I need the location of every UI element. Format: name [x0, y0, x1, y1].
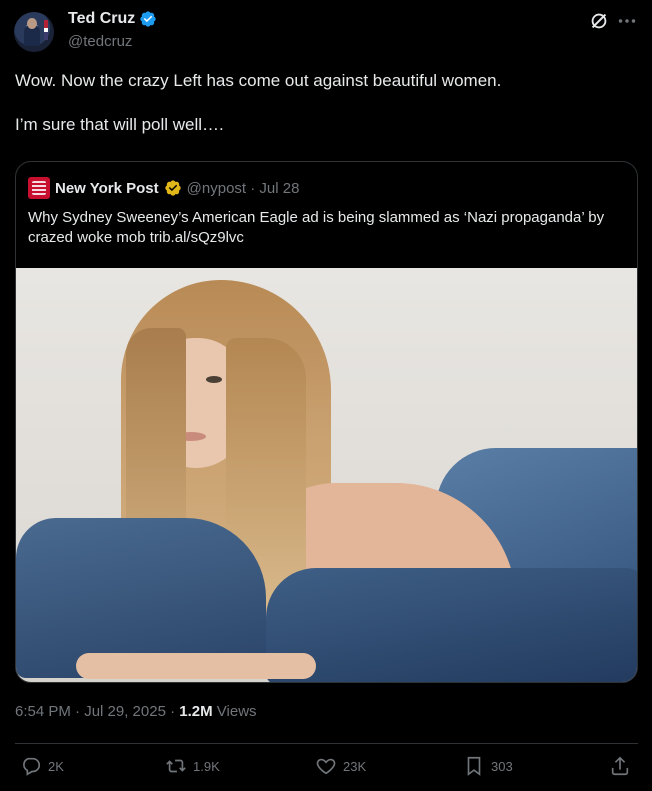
photo-arm: [76, 653, 316, 679]
author-avatar[interactable]: [14, 12, 54, 52]
like-count: 23K: [343, 758, 367, 774]
reply-icon: [23, 757, 41, 776]
gold-verified-badge-icon: [164, 180, 181, 196]
author-name[interactable]: Ted Cruz: [68, 10, 135, 28]
heart-icon: [316, 758, 336, 775]
quote-author-name: New York Post: [55, 179, 159, 197]
verified-badge-icon[interactable]: [139, 10, 157, 28]
quote-handle-date: @nypost · Jul 28: [186, 179, 300, 197]
photo-denim-right: [266, 568, 637, 682]
avatar-flag: [44, 20, 48, 40]
action-bar: 2K 1.9K 23K 303: [0, 755, 652, 785]
avatar-head: [27, 18, 37, 29]
divider: [15, 743, 638, 744]
author-name-row: Ted Cruz: [68, 10, 157, 28]
quote-photo[interactable]: [16, 268, 637, 682]
share-button[interactable]: [609, 755, 631, 777]
quote-header: New York Post @nypost · Jul 28: [28, 177, 299, 199]
repost-count: 1.9K: [193, 758, 220, 774]
author-handle[interactable]: @tedcruz: [68, 33, 132, 50]
quoted-tweet[interactable]: New York Post @nypost · Jul 28 Why Sydne…: [15, 161, 638, 683]
photo-eye-right: [206, 376, 222, 383]
repost-icon: [166, 759, 186, 773]
tweet-text: Wow. Now the crazy Left has come out aga…: [15, 71, 502, 134]
quote-text: Why Sydney Sweeney’s American Eagle ad i…: [28, 209, 605, 246]
tweet-meta: 6:54 PM · Jul 29, 2025 · 1.2M Views: [15, 703, 257, 720]
like-button[interactable]: 23K: [315, 755, 366, 777]
timestamp[interactable]: 6:54 PM · Jul 29, 2025 ·: [15, 703, 179, 720]
bookmark-button[interactable]: 303: [463, 755, 513, 777]
grok-icon[interactable]: [588, 10, 610, 32]
repost-button[interactable]: 1.9K: [165, 755, 220, 777]
tweet-header: Ted Cruz @tedcruz: [0, 0, 652, 64]
more-options-icon[interactable]: [614, 8, 640, 34]
nypost-logo-icon: [28, 177, 50, 199]
views-label: Views: [212, 703, 257, 720]
bookmark-count: 303: [491, 758, 513, 774]
share-icon: [611, 756, 629, 776]
views-count: 1.2M: [179, 703, 213, 720]
bookmark-icon: [467, 756, 481, 776]
reply-button[interactable]: 2K: [20, 755, 64, 777]
reply-count: 2K: [48, 758, 64, 774]
